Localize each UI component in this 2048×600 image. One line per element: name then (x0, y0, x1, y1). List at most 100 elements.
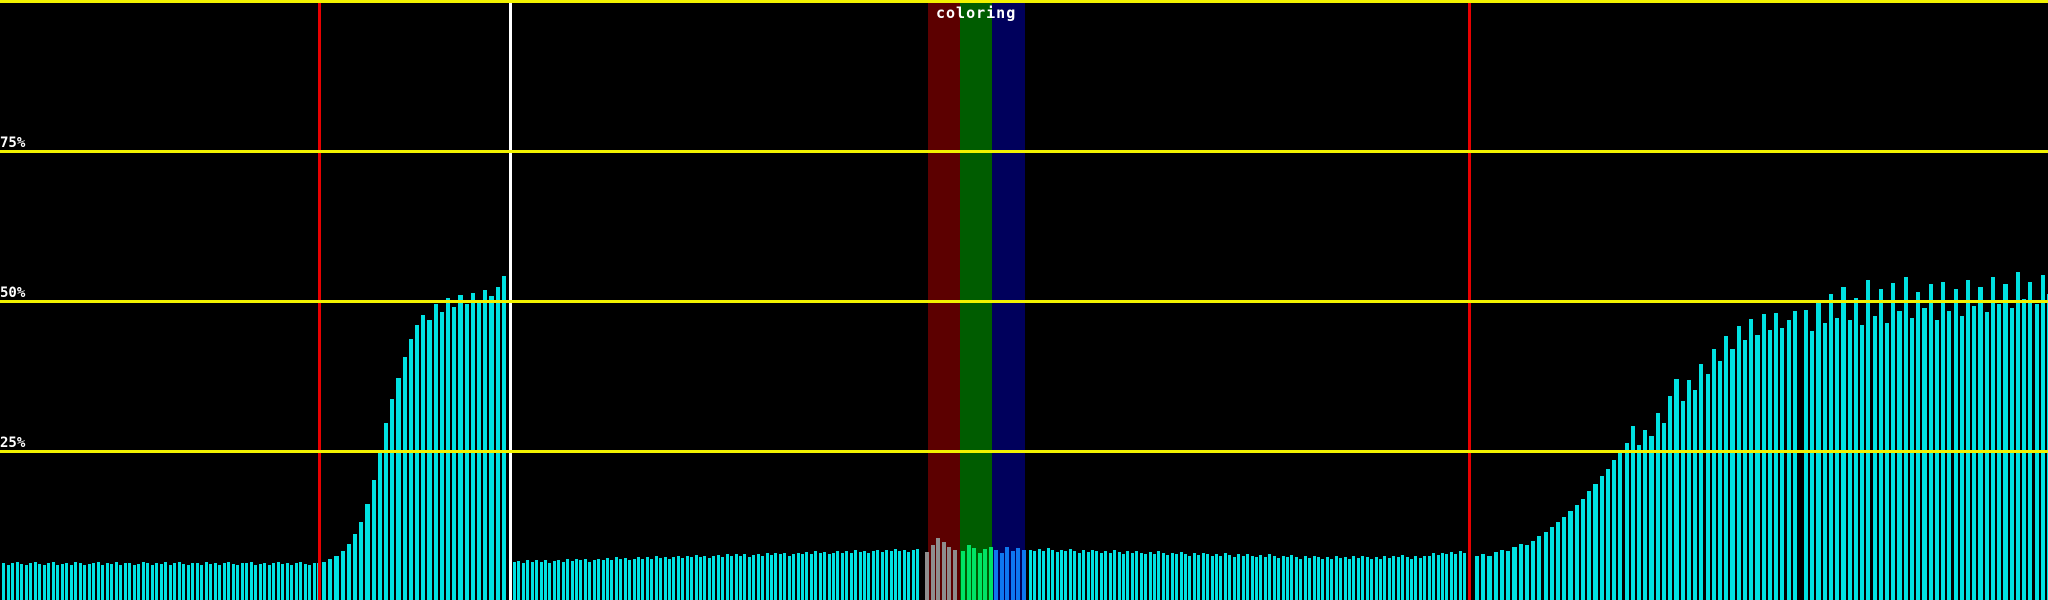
bar (141, 562, 145, 600)
bar (6, 564, 10, 600)
bar (1445, 554, 1449, 600)
bar (1060, 549, 1063, 600)
bar (1427, 555, 1431, 600)
bar (24, 565, 28, 600)
bar (1104, 550, 1108, 600)
bar (132, 564, 136, 600)
bar (458, 295, 463, 600)
bar (1339, 558, 1343, 600)
bar (1853, 297, 1859, 600)
bar (2028, 282, 2033, 600)
bar (707, 558, 711, 600)
bar (114, 562, 118, 600)
bar (1033, 551, 1037, 600)
bar (1130, 553, 1134, 600)
bar (213, 562, 217, 600)
bar (249, 562, 253, 600)
bar (1099, 553, 1103, 600)
bar (1705, 374, 1710, 600)
bar (1804, 309, 1809, 600)
bar (659, 558, 663, 600)
bar (1246, 553, 1250, 600)
bar (227, 561, 230, 600)
bar (2, 562, 5, 600)
bar (1965, 279, 1971, 600)
bar (1299, 558, 1303, 600)
bar (1259, 555, 1263, 600)
bar (854, 550, 858, 600)
bar (1742, 340, 1748, 600)
bar (231, 564, 235, 600)
bar (1475, 555, 1480, 600)
bar (1303, 556, 1307, 600)
bar (1237, 554, 1241, 600)
bar (809, 553, 813, 600)
bar (308, 565, 311, 600)
bar (1624, 442, 1629, 600)
bar (1334, 556, 1338, 600)
bar (92, 562, 95, 600)
bar (805, 552, 809, 600)
bar (439, 312, 444, 600)
bar (146, 563, 149, 600)
bar (1232, 556, 1236, 600)
bar (849, 552, 853, 600)
bar (1549, 526, 1554, 600)
bar (765, 553, 769, 600)
bar (1414, 556, 1418, 600)
bar (245, 563, 248, 600)
bar (561, 561, 565, 600)
bar (1878, 289, 1883, 600)
bar (1077, 552, 1081, 600)
bar (668, 559, 672, 600)
bar (1347, 558, 1351, 600)
bar (983, 549, 987, 600)
bar (769, 555, 773, 600)
y-axis-label-50: 50% (0, 285, 26, 301)
bar (1241, 556, 1245, 600)
bar (597, 558, 601, 600)
bar (614, 557, 618, 600)
bar (880, 552, 884, 600)
bar (470, 292, 475, 600)
bar (1587, 491, 1592, 600)
bar (1405, 556, 1409, 600)
bar (1568, 511, 1573, 600)
bar (703, 555, 707, 600)
bar (1418, 558, 1422, 600)
bar (222, 563, 226, 600)
bar (1897, 310, 1902, 600)
bar (290, 564, 293, 600)
bar (1978, 286, 1983, 600)
bar (930, 544, 935, 600)
bar (177, 562, 181, 600)
bar (74, 562, 77, 600)
bar (236, 564, 239, 600)
bar (1016, 547, 1020, 600)
bar (1493, 552, 1498, 600)
bar (628, 560, 632, 600)
bar (994, 550, 998, 600)
histogram-chart: 75% 50% 25% coloring (0, 0, 2048, 600)
bar (1599, 476, 1604, 600)
bar (902, 549, 906, 600)
bar (1518, 543, 1523, 600)
bar (1454, 553, 1458, 600)
bar (814, 551, 818, 600)
bar (87, 564, 91, 600)
bar (281, 564, 284, 600)
bar (1277, 558, 1281, 600)
bar (601, 560, 605, 600)
bar (827, 554, 831, 600)
bar (690, 557, 694, 600)
bar (1555, 522, 1561, 600)
bar (1073, 550, 1077, 600)
bar (1440, 552, 1444, 600)
bar (1361, 555, 1365, 600)
gridline-75 (0, 150, 2048, 153)
bar (101, 564, 104, 600)
bar (743, 554, 747, 600)
bar (1290, 555, 1294, 600)
bar (137, 564, 140, 600)
bar (1206, 554, 1210, 600)
